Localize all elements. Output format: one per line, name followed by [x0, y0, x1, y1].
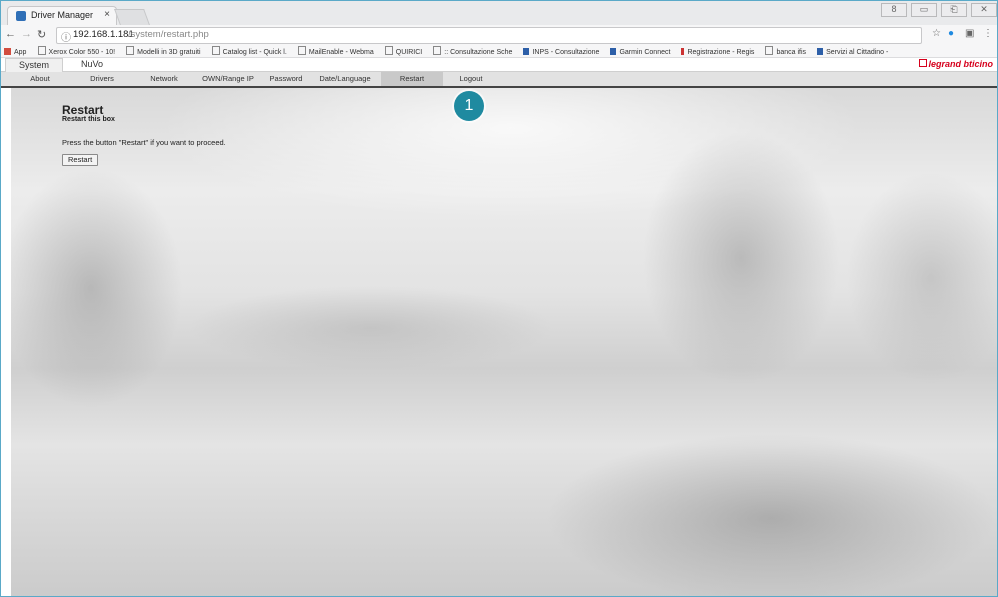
bookmark-item[interactable]: Modelli in 3D gratuiti [126, 46, 201, 57]
callout-badge: 1 [454, 91, 484, 121]
bookmark-item[interactable]: Registrazione - Regis [681, 47, 754, 57]
bank-icon [765, 46, 774, 55]
menu-own-range-ip[interactable]: OWN/Range IP [193, 72, 263, 86]
user-profile-button[interactable]: 8 [881, 3, 907, 17]
main-menu: About Drivers Network OWN/Range IP Passw… [1, 72, 997, 88]
bookmark-item[interactable]: Xerox Color 550 - 10! [37, 46, 115, 57]
menu-restart[interactable]: Restart [381, 72, 443, 86]
menu-network[interactable]: Network [135, 72, 193, 86]
bookmark-item[interactable]: INPS - Consultazione [523, 47, 599, 57]
address-bar[interactable]: ⓘ 192.168.1.181 /system/restart.php [56, 27, 922, 44]
browser-window: Driver Manager × 8 ▭ ⎗ ✕ ← → ↻ ⓘ 192.168… [0, 0, 998, 597]
page-icon [384, 46, 393, 55]
minimize-button[interactable]: ▭ [911, 3, 937, 17]
menu-date-language[interactable]: Date/Language [309, 72, 381, 86]
bookmark-item[interactable]: Servizi al Cittadino - [817, 47, 888, 57]
garmin-icon [610, 48, 617, 55]
browser-tab[interactable]: Driver Manager × [7, 6, 117, 26]
page-subtitle: Restart this box [62, 116, 115, 123]
page-icon [297, 46, 306, 55]
page-icon [433, 46, 442, 55]
apps-icon [4, 48, 11, 55]
bookmark-item[interactable]: :: Consultazione Sche [433, 46, 512, 57]
page-content: Restart Restart this box Press the butto… [11, 88, 997, 596]
page-title: Restart [62, 103, 104, 117]
url-host: 192.168.1.181 [73, 29, 134, 40]
reload-icon[interactable]: ↻ [37, 28, 46, 41]
app-header: System NuVo legrand bticino [1, 58, 997, 72]
menu-drivers[interactable]: Drivers [69, 72, 135, 86]
cube-icon [126, 46, 135, 55]
driver-manager-favicon-icon [16, 11, 26, 21]
skype-extension-icon[interactable]: ● [948, 28, 954, 39]
bookmark-item[interactable]: MailEnable - Webma [297, 46, 374, 57]
menu-logout[interactable]: Logout [443, 72, 499, 86]
bookmark-item[interactable]: Catalog list - Quick l. [211, 46, 287, 57]
bookmarks-bar: App Xerox Color 550 - 10! Modelli in 3D … [1, 45, 997, 58]
legrand-bticino-logo: legrand bticino [919, 59, 993, 69]
url-path: /system/restart.php [128, 29, 209, 40]
services-icon [817, 48, 824, 55]
browser-toolbar: ← → ↻ ⓘ 192.168.1.181 /system/restart.ph… [1, 25, 997, 46]
legrand-brand: legrand [928, 59, 961, 69]
back-arrow-icon[interactable]: ← [5, 28, 16, 40]
menu-about[interactable]: About [11, 72, 69, 86]
bookmark-star-icon[interactable]: ☆ [932, 28, 941, 39]
bookmark-item[interactable]: banca ifis [765, 46, 806, 57]
bookmark-item[interactable]: QUIRICI [384, 46, 422, 57]
flag-icon [681, 48, 685, 55]
info-icon[interactable]: ⓘ [61, 29, 71, 44]
bookmark-item[interactable]: App [4, 47, 26, 57]
page-icon [37, 46, 46, 55]
window-controls: 8 ▭ ⎗ ✕ [881, 3, 997, 17]
tab-close-icon[interactable]: × [104, 9, 110, 20]
extension-icon[interactable]: ▣ [965, 28, 974, 39]
tab-nuvo[interactable]: NuVo [67, 58, 117, 71]
menu-password[interactable]: Password [263, 72, 309, 86]
menu-dots-icon[interactable]: ⋮ [983, 28, 993, 39]
maximize-button[interactable]: ⎗ [941, 3, 967, 17]
bookmark-item[interactable]: Garmin Connect [610, 47, 670, 57]
new-tab-button[interactable] [114, 9, 150, 25]
restart-instruction: Press the button "Restart" if you want t… [62, 138, 226, 147]
close-window-button[interactable]: ✕ [971, 3, 997, 17]
inps-icon [523, 48, 530, 55]
forward-arrow-icon[interactable]: → [21, 28, 32, 40]
page-icon [211, 46, 220, 55]
legrand-logo-icon [919, 59, 928, 67]
restart-button[interactable]: Restart [62, 154, 99, 166]
tab-system[interactable]: System [5, 58, 63, 72]
bticino-brand: bticino [963, 59, 994, 69]
tab-title: Driver Manager [31, 10, 94, 20]
tab-strip: Driver Manager × 8 ▭ ⎗ ✕ [1, 1, 997, 26]
